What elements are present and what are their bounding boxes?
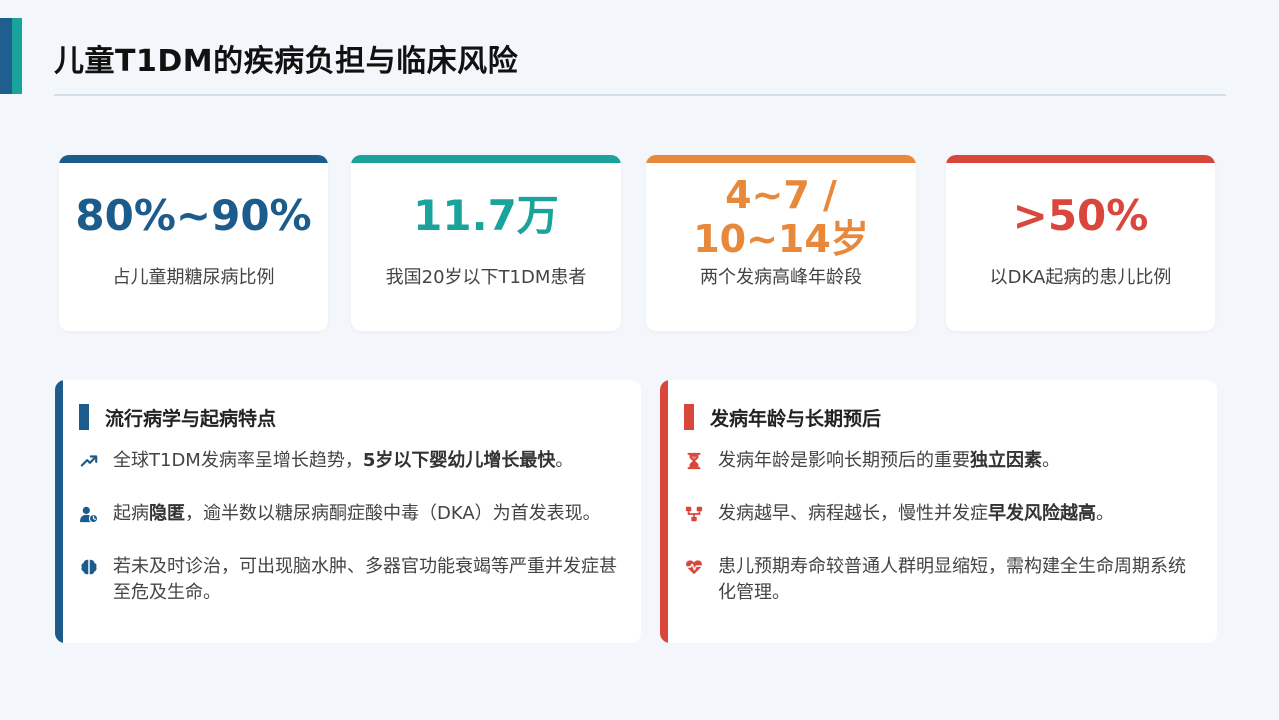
stat-label: 我国20岁以下T1DM患者 (385, 267, 587, 288)
item-text: 患儿预期寿命较普通人群明显缩短，需构建全生命周期系统化管理。 (718, 556, 1186, 603)
list-item: 发病年龄是影响长期预后的重要独立因素。 (684, 448, 1197, 474)
epidemiology-panel: 流行病学与起病特点 全球T1DM发病率呈增长趋势，5岁以下婴幼儿增长最快。 起病… (55, 380, 641, 643)
stat-value: 4~7 / 10~14岁 (693, 173, 869, 261)
user-clock-icon (79, 501, 99, 527)
heading-marker (684, 404, 694, 430)
stat-card-accent-bar (646, 155, 916, 163)
heading-marker (79, 404, 89, 430)
panel-heading-text: 发病年龄与长期预后 (710, 407, 882, 430)
stat-card-accent-bar (946, 155, 1215, 163)
panel-heading: 发病年龄与长期预后 (684, 404, 881, 430)
hourglass-icon (684, 448, 704, 474)
stat-value: 11.7万 (413, 191, 559, 240)
stat-label: 以DKA起病的患儿比例 (989, 267, 1172, 288)
heart-pulse-icon (684, 554, 704, 580)
item-text: 若未及时诊治，可出现脑水肿、多器官功能衰竭等严重并发症甚至危及生命。 (113, 556, 617, 603)
stat-label: 占儿童期糖尿病比例 (112, 267, 275, 288)
prognosis-panel: 发病年龄与长期预后 发病年龄是影响长期预后的重要独立因素。 发病越早、病程越长，… (660, 380, 1217, 643)
item-text: 全球T1DM发病率呈增长趋势，5岁以下婴幼儿增长最快。 (113, 450, 574, 471)
list-item: 若未及时诊治，可出现脑水肿、多器官功能衰竭等严重并发症甚至危及生命。 (79, 554, 621, 606)
panel-accent-edge (55, 380, 63, 643)
panel-accent-edge (660, 380, 668, 643)
item-text: 发病年龄是影响长期预后的重要独立因素。 (718, 450, 1060, 471)
stat-card-peak-age: 4~7 / 10~14岁 两个发病高峰年龄段 (646, 155, 916, 331)
panel-heading-text: 流行病学与起病特点 (105, 407, 277, 430)
item-text: 发病越早、病程越长，慢性并发症早发风险越高。 (718, 503, 1114, 524)
stat-card-accent-bar (351, 155, 621, 163)
list-item: 发病越早、病程越长，慢性并发症早发风险越高。 (684, 501, 1197, 527)
list-item: 起病隐匿，逾半数以糖尿病酮症酸中毒（DKA）为首发表现。 (79, 501, 621, 527)
brain-icon (79, 554, 99, 580)
title-divider (54, 94, 1226, 96)
list-item: 全球T1DM发病率呈增长趋势，5岁以下婴幼儿增长最快。 (79, 448, 621, 474)
title-accent-bar (0, 18, 22, 94)
item-text: 起病隐匿，逾半数以糖尿病酮症酸中毒（DKA）为首发表现。 (113, 503, 601, 524)
page-title: 儿童T1DM的疾病负担与临床风险 (54, 44, 519, 79)
stat-value: 80%~90% (75, 191, 312, 240)
stat-card-ratio: 80%~90% 占儿童期糖尿病比例 (59, 155, 328, 331)
list-item: 患儿预期寿命较普通人群明显缩短，需构建全生命周期系统化管理。 (684, 554, 1197, 606)
stat-label: 两个发病高峰年龄段 (700, 267, 862, 288)
panel-heading: 流行病学与起病特点 (79, 404, 276, 430)
trend-up-icon (79, 448, 99, 474)
stat-value: >50% (1012, 191, 1149, 240)
stat-card-dka: >50% 以DKA起病的患儿比例 (946, 155, 1215, 331)
stat-card-patients: 11.7万 我国20岁以下T1DM患者 (351, 155, 621, 331)
branch-icon (684, 501, 704, 527)
stat-card-accent-bar (59, 155, 328, 163)
